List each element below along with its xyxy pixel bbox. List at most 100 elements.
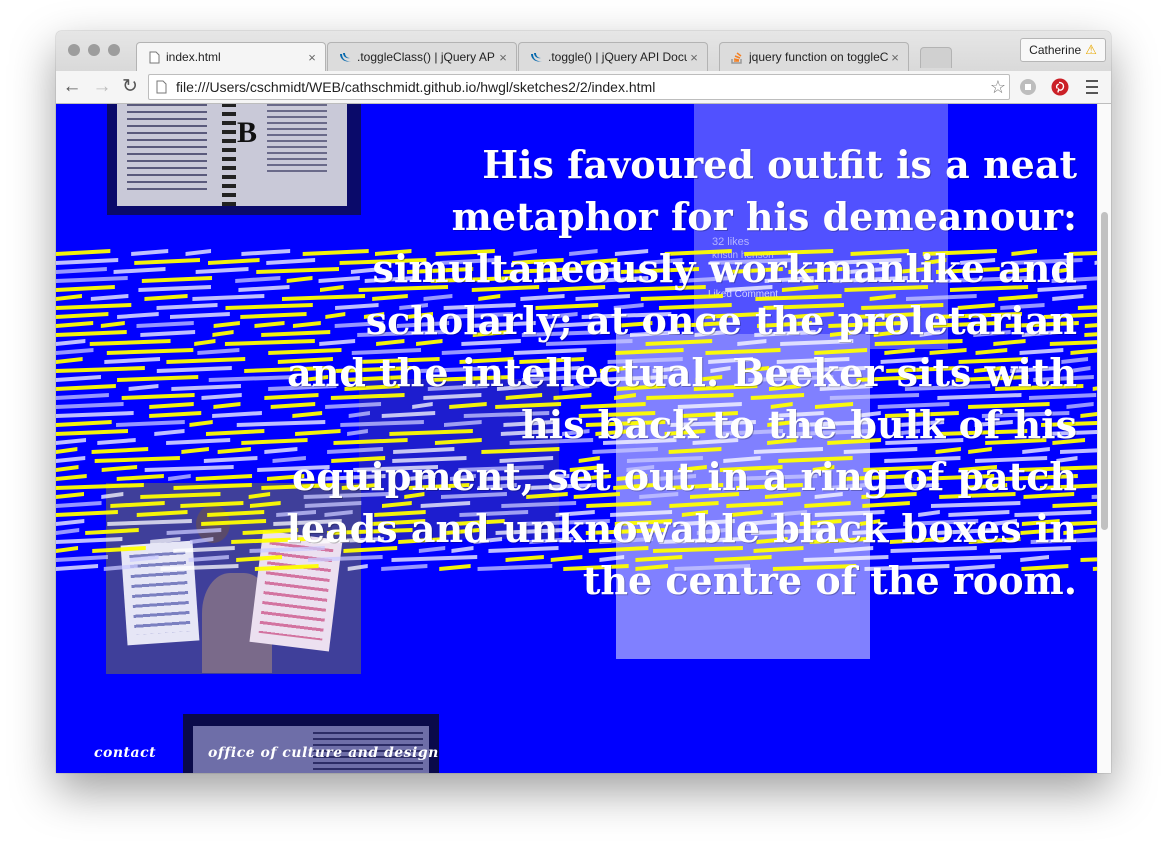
stripe-mark bbox=[56, 501, 102, 508]
contact-link[interactable]: contact bbox=[94, 745, 156, 761]
close-icon[interactable]: × bbox=[888, 50, 902, 65]
back-button[interactable]: ← bbox=[60, 75, 84, 99]
stripe-mark bbox=[138, 285, 211, 292]
stripe-mark bbox=[136, 510, 188, 517]
stripe-mark bbox=[89, 339, 171, 346]
stripe-mark bbox=[208, 258, 260, 265]
profile-name: Catherine bbox=[1029, 43, 1082, 57]
book-letter: B bbox=[237, 116, 258, 149]
stripe-mark bbox=[144, 465, 234, 472]
stripe-mark bbox=[56, 564, 99, 571]
stripe-mark bbox=[56, 348, 94, 355]
stripe-mark bbox=[106, 348, 194, 355]
open-book-photo bbox=[183, 714, 439, 773]
page-viewport: B 32 likes kristin henson Liked Comment … bbox=[56, 104, 1097, 773]
stripe-mark bbox=[85, 528, 139, 535]
stripe-mark bbox=[166, 528, 222, 535]
vertical-scrollbar[interactable] bbox=[1097, 104, 1111, 773]
stripe-mark bbox=[217, 447, 251, 454]
reload-button[interactable]: ↻ bbox=[118, 75, 142, 99]
stripe-mark bbox=[168, 474, 191, 481]
stripe-mark bbox=[56, 537, 123, 544]
tab-stackoverflow[interactable]: jquery function on toggleC × bbox=[719, 42, 909, 71]
stripe-mark bbox=[235, 276, 281, 283]
extension-icon[interactable] bbox=[1018, 77, 1038, 97]
stripe-mark bbox=[117, 312, 159, 319]
stripe-mark bbox=[110, 501, 165, 508]
url-text: file:///Users/cschmidt/WEB/cathschmidt.g… bbox=[176, 79, 656, 95]
stripe-mark bbox=[92, 546, 146, 553]
stripe-mark bbox=[144, 294, 188, 301]
stripe-mark bbox=[1084, 323, 1097, 328]
stripe-mark bbox=[1077, 305, 1097, 310]
stripe-mark bbox=[100, 321, 125, 328]
stripe-mark bbox=[94, 456, 180, 463]
close-icon[interactable]: × bbox=[305, 50, 319, 65]
minimize-window-button[interactable] bbox=[88, 44, 100, 56]
stripe-mark bbox=[56, 465, 79, 472]
stripe-mark bbox=[156, 366, 232, 373]
stripe-mark bbox=[128, 384, 159, 391]
office-link[interactable]: office of culture and design bbox=[208, 745, 439, 761]
stripe-mark bbox=[56, 555, 108, 562]
stripe-mark bbox=[121, 393, 195, 400]
stripe-mark bbox=[101, 492, 124, 499]
new-tab-button[interactable] bbox=[920, 47, 952, 68]
menu-icon[interactable] bbox=[1082, 77, 1102, 97]
stripe-mark bbox=[91, 447, 149, 454]
zoom-window-button[interactable] bbox=[108, 44, 120, 56]
tab-title: index.html bbox=[166, 50, 221, 64]
stripe-mark bbox=[56, 546, 79, 553]
tab-toggle[interactable]: .toggle() | jQuery API Docu × bbox=[518, 42, 708, 71]
stripe-mark bbox=[56, 438, 87, 445]
stripe-mark bbox=[181, 447, 209, 454]
stripe-mark bbox=[248, 492, 271, 499]
stripe-mark bbox=[201, 393, 242, 400]
stripe-mark bbox=[129, 555, 159, 562]
stripe-mark bbox=[192, 294, 265, 301]
stripe-mark bbox=[56, 339, 86, 346]
stripe-mark bbox=[141, 276, 213, 283]
stripe-mark bbox=[160, 564, 239, 571]
stripe-mark bbox=[56, 528, 80, 535]
stripe-mark bbox=[107, 519, 192, 526]
forward-button[interactable]: → bbox=[90, 75, 114, 99]
stripe-mark bbox=[190, 537, 214, 544]
scrollbar-thumb[interactable] bbox=[1101, 212, 1108, 530]
stripe-mark bbox=[154, 429, 185, 436]
stripe-mark bbox=[197, 348, 240, 355]
tab-index-html[interactable]: index.html × bbox=[136, 42, 326, 71]
stripe-mark bbox=[117, 375, 199, 382]
stripe-mark bbox=[140, 330, 196, 337]
stripe-mark bbox=[103, 564, 138, 571]
close-window-button[interactable] bbox=[68, 44, 80, 56]
close-icon[interactable]: × bbox=[687, 50, 701, 65]
page-icon bbox=[147, 50, 161, 64]
stripe-mark bbox=[136, 321, 194, 328]
stripe-mark bbox=[212, 411, 262, 418]
profile-button[interactable]: Catherine ⚠ bbox=[1020, 38, 1106, 62]
stripe-mark bbox=[56, 357, 83, 364]
browser-window: index.html × .toggleClass() | jQuery API… bbox=[56, 31, 1111, 773]
address-bar[interactable]: file:///Users/cschmidt/WEB/cathschmidt.g… bbox=[148, 74, 1010, 100]
stripe-mark bbox=[180, 501, 244, 508]
bookmark-star-icon[interactable]: ☆ bbox=[987, 77, 1009, 98]
stripe-mark bbox=[56, 519, 85, 526]
stripe-mark bbox=[56, 447, 78, 454]
tab-strip: index.html × .toggleClass() | jQuery API… bbox=[56, 31, 1111, 71]
stripe-mark bbox=[56, 483, 144, 490]
stripe-mark bbox=[156, 303, 218, 310]
tab-toggleclass[interactable]: .toggleClass() | jQuery API × bbox=[327, 42, 517, 71]
pinterest-icon[interactable] bbox=[1050, 77, 1070, 97]
stripe-mark bbox=[56, 312, 109, 319]
stripe-mark bbox=[56, 249, 111, 256]
close-icon[interactable]: × bbox=[496, 50, 510, 65]
stripe-mark bbox=[166, 357, 246, 364]
jquery-icon bbox=[338, 50, 352, 64]
stripe-mark bbox=[134, 258, 200, 265]
stripe-mark bbox=[56, 276, 128, 283]
warning-icon: ⚠ bbox=[1085, 42, 1097, 57]
stripe-mark bbox=[185, 249, 212, 256]
stripe-mark bbox=[90, 294, 129, 301]
stripe-mark bbox=[140, 492, 221, 499]
